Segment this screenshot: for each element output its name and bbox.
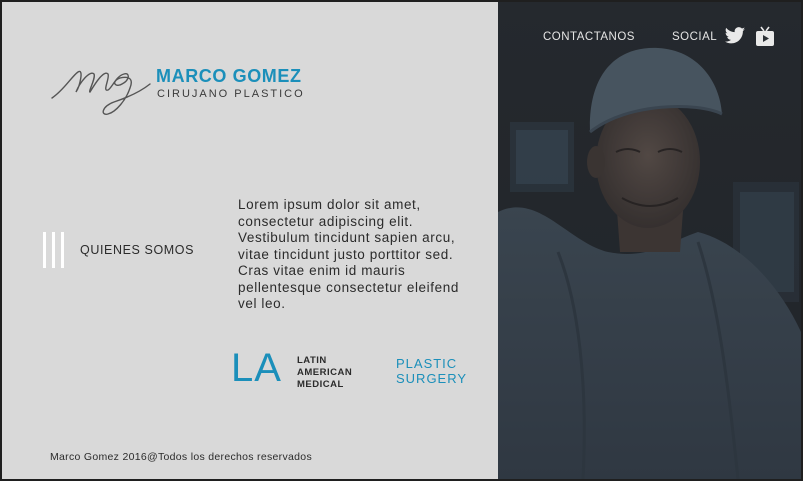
specialty-line-2: SURGERY bbox=[396, 371, 468, 386]
footer-copyright: Marco Gomez 2016@Todos los derechos rese… bbox=[50, 451, 312, 463]
youtube-icon[interactable] bbox=[754, 26, 776, 48]
partner-line-1: LATIN bbox=[297, 355, 327, 366]
partner-line-2: AMERICAN bbox=[297, 367, 353, 378]
specialty-label: PLASTIC SURGERY bbox=[396, 356, 467, 386]
left-panel: MARCO GOMEZ CIRUJANO PLASTICO QUIENES SO… bbox=[2, 2, 498, 479]
nav-contact-link[interactable]: CONTACTANOS bbox=[543, 31, 635, 43]
brand-subtitle: CIRUJANO PLASTICO bbox=[157, 88, 305, 100]
intro-text: Lorem ipsum dolor sit amet, consectetur … bbox=[238, 197, 459, 311]
surgeon-photo bbox=[498, 2, 801, 479]
partner-short: LA bbox=[231, 346, 282, 390]
signature-monogram-icon bbox=[51, 70, 151, 115]
twitter-icon[interactable] bbox=[724, 26, 746, 46]
brand-logo[interactable]: MARCO GOMEZ CIRUJANO PLASTICO bbox=[50, 62, 310, 122]
menu-bars-icon bbox=[42, 232, 68, 268]
specialty-line-1: PLASTIC bbox=[396, 356, 458, 371]
partner-name: LATIN AMERICAN MEDICAL bbox=[297, 355, 352, 391]
nav-social-label: SOCIAL bbox=[672, 31, 718, 43]
partner-line-3: MEDICAL bbox=[297, 379, 344, 390]
menu-label: QUIENES SOMOS bbox=[80, 243, 195, 257]
page: MARCO GOMEZ CIRUJANO PLASTICO QUIENES SO… bbox=[0, 0, 803, 481]
brand-name: MARCO GOMEZ bbox=[156, 66, 302, 86]
